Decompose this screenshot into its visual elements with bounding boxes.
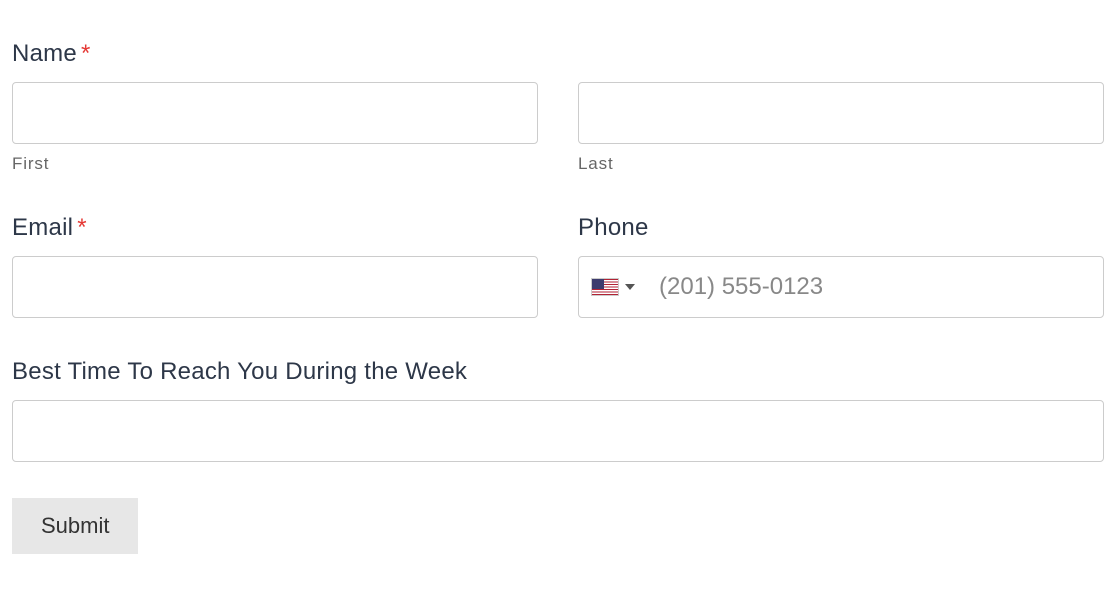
name-label: Name* — [12, 40, 538, 68]
email-label: Email* — [12, 214, 538, 242]
chevron-down-icon — [625, 284, 635, 290]
last-name-sublabel: Last — [578, 154, 1104, 174]
phone-input-wrap — [578, 256, 1104, 318]
name-row: Name* First Last — [12, 40, 1104, 174]
best-time-field[interactable] — [12, 400, 1104, 462]
contact-form: Name* First Last Email* Phone — [12, 40, 1104, 554]
name-label-text: Name — [12, 40, 77, 67]
email-field[interactable] — [12, 256, 538, 318]
first-name-group: Name* First — [12, 40, 538, 174]
required-marker: * — [81, 40, 91, 67]
phone-label: Phone — [578, 214, 1104, 242]
email-phone-row: Email* Phone — [12, 214, 1104, 318]
required-marker: * — [77, 214, 87, 241]
last-name-field[interactable] — [578, 82, 1104, 144]
phone-group: Phone — [578, 214, 1104, 318]
submit-button[interactable]: Submit — [12, 498, 138, 554]
name-label-placeholder — [578, 40, 1104, 68]
email-label-text: Email — [12, 214, 73, 241]
phone-country-selector[interactable] — [591, 274, 639, 300]
best-time-group: Best Time To Reach You During the Week — [12, 358, 1104, 462]
last-name-group: Last — [578, 40, 1104, 174]
us-flag-icon — [591, 278, 619, 296]
first-name-field[interactable] — [12, 82, 538, 144]
first-name-sublabel: First — [12, 154, 538, 174]
email-group: Email* — [12, 214, 538, 318]
phone-field[interactable] — [639, 257, 1093, 317]
best-time-label: Best Time To Reach You During the Week — [12, 358, 1104, 386]
